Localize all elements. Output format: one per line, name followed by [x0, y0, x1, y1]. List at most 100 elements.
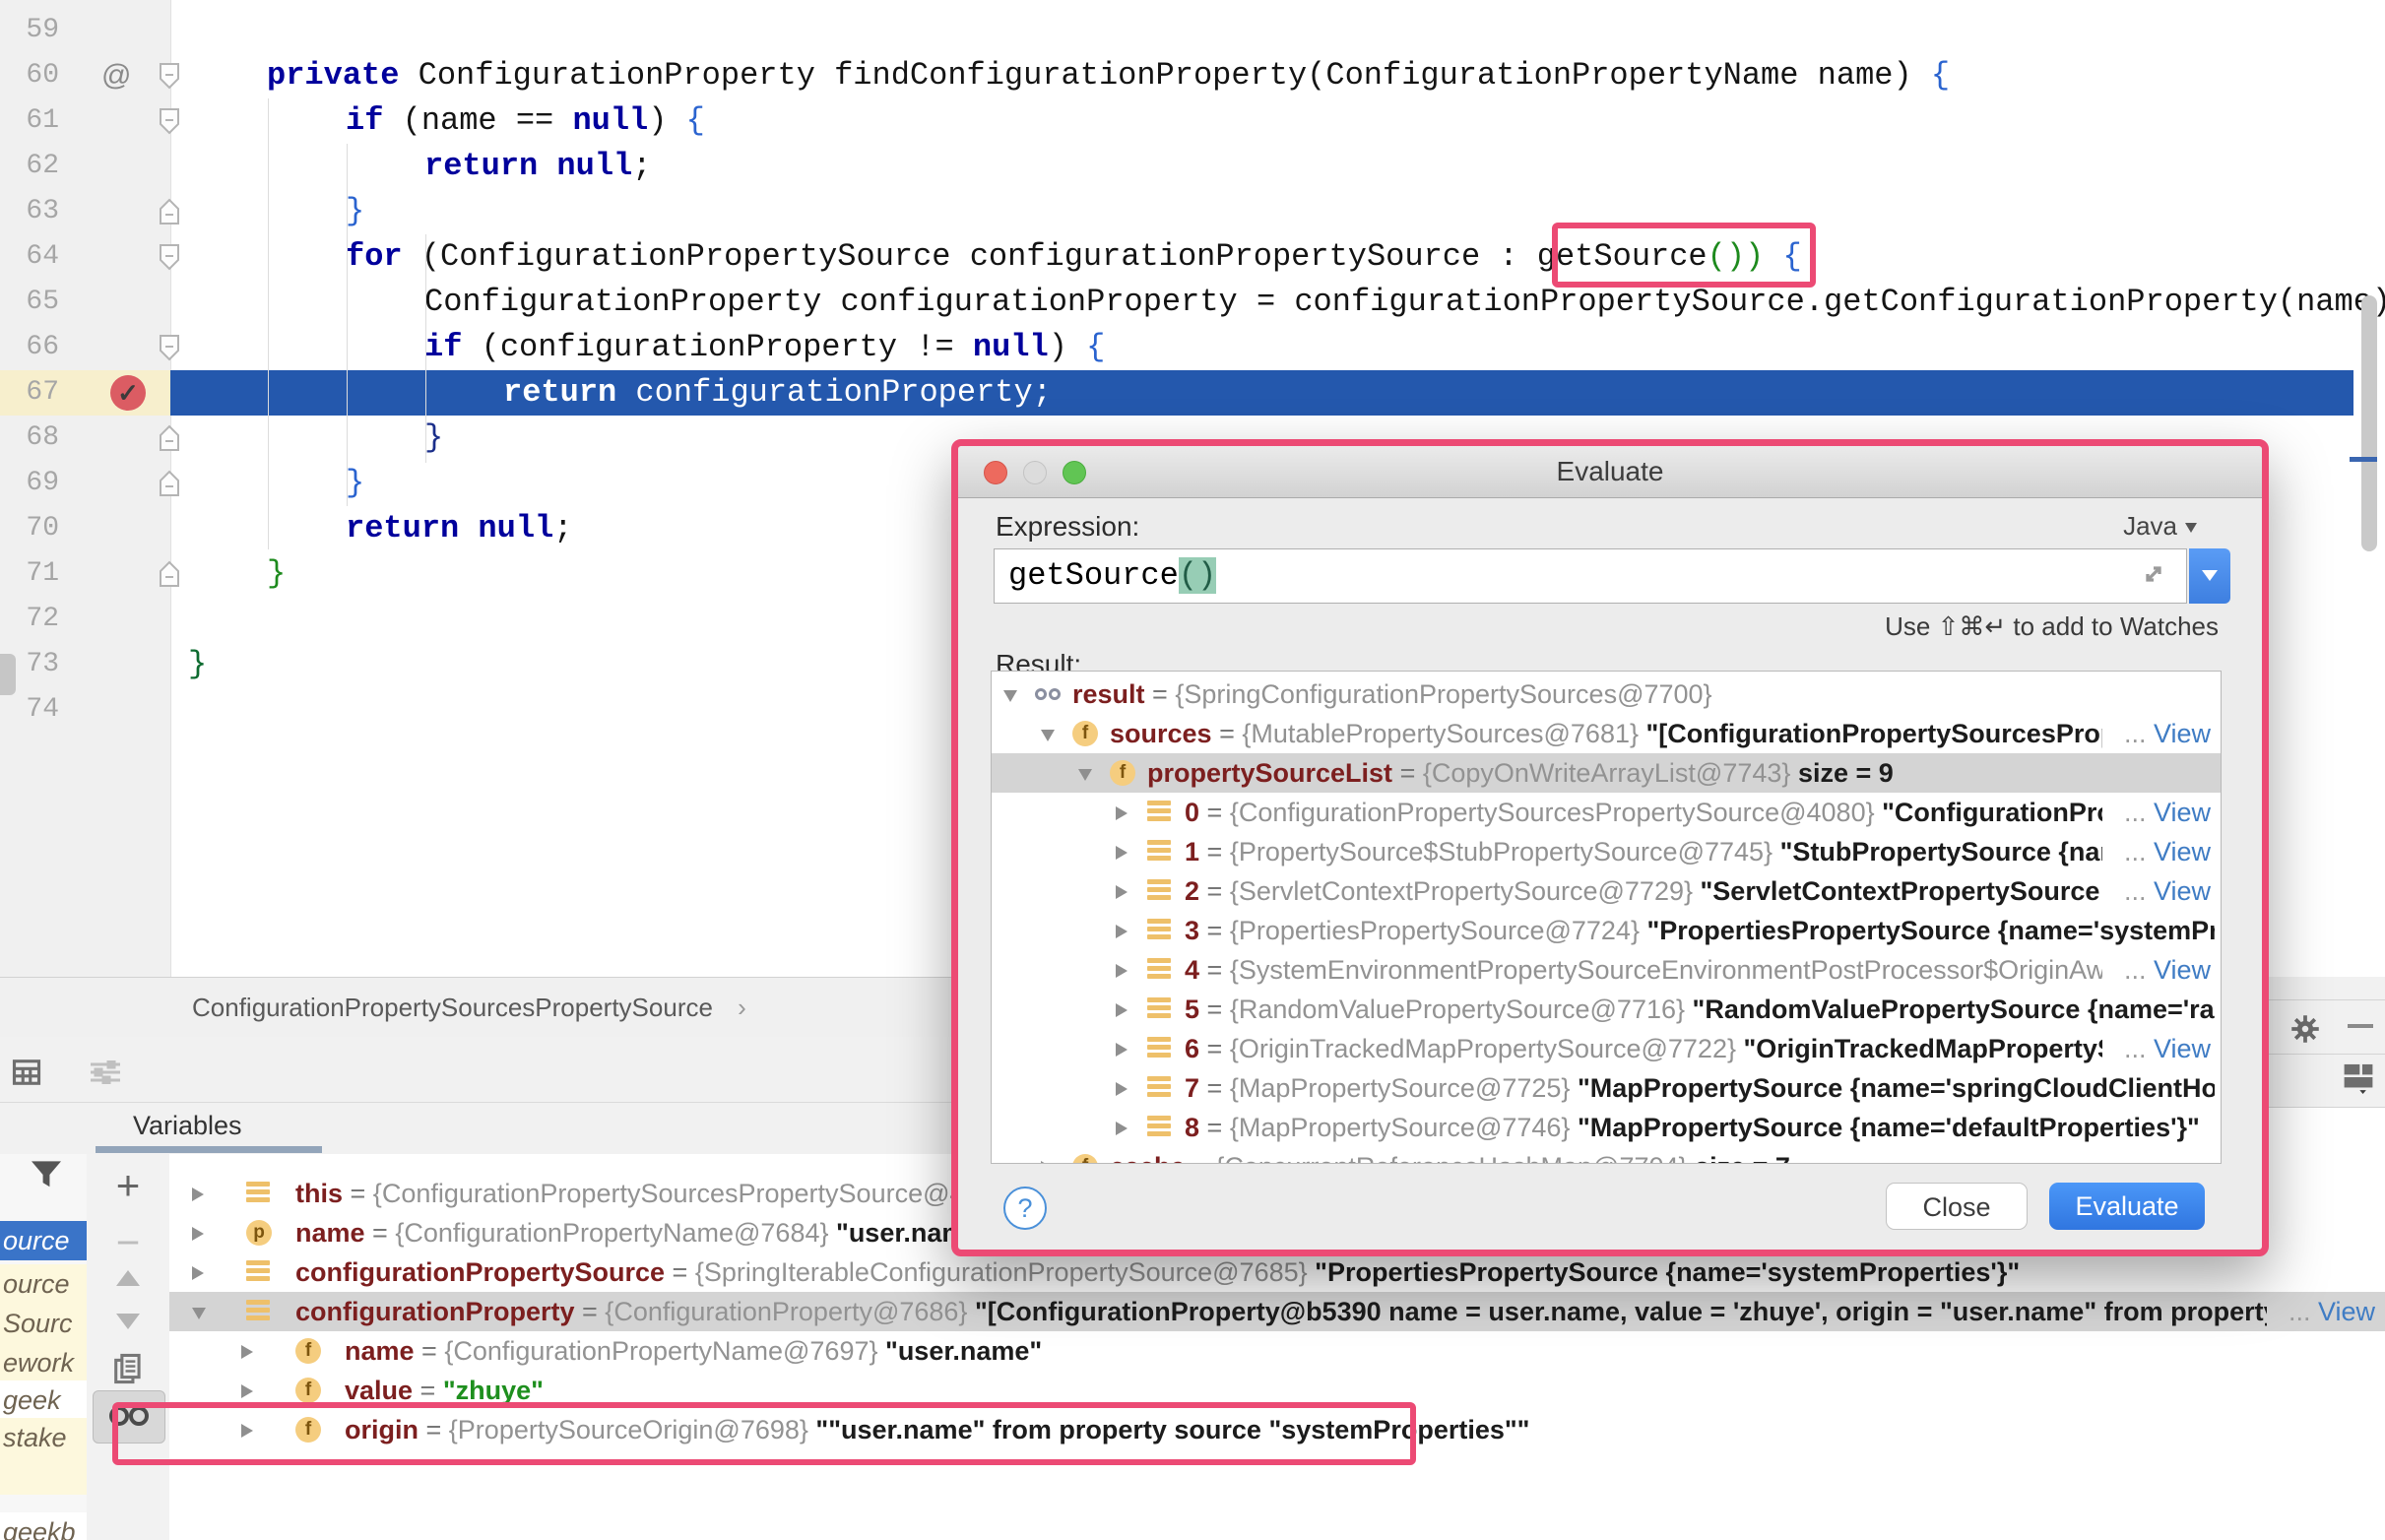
language-selector[interactable]: Java — [2123, 511, 2197, 542]
code-line[interactable]: 63 } — [0, 189, 2385, 234]
variable-row[interactable]: configurationPropertySource = {SpringIte… — [169, 1252, 2385, 1292]
variable-row[interactable]: configurationProperty = {ConfigurationPr… — [169, 1292, 2385, 1331]
code-line[interactable]: 61 if (name == null) { — [0, 98, 2385, 144]
result-tree-row[interactable]: 7 = {MapPropertySource@7725} "MapPropert… — [992, 1068, 2221, 1108]
result-tree[interactable]: result = {SpringConfigurationPropertySou… — [991, 671, 2222, 1164]
chevron-collapsed-icon[interactable] — [1116, 1043, 1128, 1057]
view-link[interactable]: View — [2154, 798, 2211, 827]
value-icon — [1147, 1037, 1171, 1060]
chevron-collapsed-icon[interactable] — [192, 1266, 204, 1280]
view-link[interactable]: View — [2154, 837, 2211, 866]
breakpoint-icon[interactable]: ✓ — [110, 375, 146, 411]
chevron-expanded-icon[interactable] — [192, 1308, 206, 1319]
chevron-collapsed-icon[interactable] — [1116, 925, 1128, 938]
chevron-collapsed-icon[interactable] — [1116, 1122, 1128, 1135]
editor-scrollbar[interactable] — [2361, 295, 2377, 551]
settings-sliders-icon[interactable] — [91, 1060, 120, 1084]
frame-item[interactable]: geek — [0, 1380, 88, 1420]
view-link[interactable]: View — [2154, 719, 2211, 748]
frame-item[interactable] — [0, 1455, 88, 1495]
chevron-expanded-icon[interactable] — [1078, 769, 1092, 781]
chevron-collapsed-icon[interactable] — [192, 1187, 204, 1201]
move-down-button[interactable] — [87, 1312, 169, 1331]
chevron-collapsed-icon[interactable] — [241, 1384, 253, 1398]
value-icon — [1147, 919, 1171, 942]
expression-input[interactable]: getSource() — [994, 548, 2187, 604]
field-icon: f — [1072, 721, 1098, 746]
view-link[interactable]: View — [2154, 1034, 2211, 1063]
value-icon — [1147, 1076, 1171, 1100]
chevron-collapsed-icon[interactable] — [1116, 964, 1128, 978]
current-line-stripe-marker[interactable] — [2350, 457, 2377, 462]
frame-item[interactable]: ource — [0, 1221, 88, 1260]
chevron-collapsed-icon[interactable] — [1116, 885, 1128, 899]
frame-item[interactable]: ework — [0, 1343, 88, 1382]
code-line[interactable]: 67✓return configurationProperty; — [0, 370, 2385, 416]
frame-item[interactable]: geekb — [0, 1512, 88, 1540]
code-line[interactable]: 66 if (configurationProperty != null) { — [0, 325, 2385, 370]
field-icon: f — [1110, 760, 1135, 786]
result-tree-row[interactable]: 3 = {PropertiesPropertySource@7724} "Pro… — [992, 911, 2221, 950]
close-button[interactable]: Close — [1886, 1183, 2028, 1230]
remove-watch-button[interactable]: − — [87, 1219, 169, 1266]
indent-guide — [425, 234, 426, 463]
table-view-icon[interactable] — [12, 1058, 41, 1087]
zoom-traffic-light[interactable] — [1063, 461, 1086, 484]
frames-list[interactable]: ourceourceSourceworkgeekstakegeekb — [0, 1154, 88, 1540]
chevron-collapsed-icon[interactable] — [1041, 1161, 1053, 1164]
result-tree-row[interactable]: result = {SpringConfigurationPropertySou… — [992, 674, 2221, 714]
code-line[interactable]: 62return null; — [0, 144, 2385, 189]
code-line[interactable]: 65ConfigurationProperty configurationPro… — [0, 280, 2385, 325]
value-icon — [1147, 958, 1171, 982]
line-number: 72 — [0, 597, 59, 642]
chevron-collapsed-icon[interactable] — [1116, 1003, 1128, 1017]
chevron-collapsed-icon[interactable] — [1116, 846, 1128, 860]
frame-item[interactable]: Sourc — [0, 1304, 88, 1343]
breadcrumb-class[interactable]: ConfigurationPropertySourcesPropertySour… — [192, 993, 713, 1022]
help-button[interactable]: ? — [1003, 1187, 1047, 1230]
result-tree-row[interactable]: 4 = {SystemEnvironmentPropertySourceEnvi… — [992, 950, 2221, 990]
frame-item[interactable]: ource — [0, 1264, 88, 1304]
view-link[interactable]: View — [2154, 955, 2211, 985]
filter-icon[interactable] — [30, 1160, 63, 1189]
tab-variables[interactable]: Variables — [133, 1103, 242, 1148]
chevron-expanded-icon[interactable] — [1041, 730, 1055, 741]
left-scroll-fragment — [0, 654, 16, 695]
line-number: 71 — [0, 551, 59, 597]
add-watch-button[interactable]: + — [87, 1162, 169, 1209]
result-tree-row[interactable]: 5 = {RandomValuePropertySource@7716} "Ra… — [992, 990, 2221, 1029]
chevron-collapsed-icon[interactable] — [1116, 806, 1128, 820]
view-link[interactable]: View — [2154, 876, 2211, 906]
copy-icon[interactable] — [87, 1353, 169, 1384]
chevron-collapsed-icon[interactable] — [192, 1227, 204, 1241]
chevron-collapsed-icon[interactable] — [241, 1345, 253, 1359]
code-line[interactable]: 64 for (ConfigurationPropertySource conf… — [0, 234, 2385, 280]
code-line[interactable]: 60@ private ConfigurationProperty findCo… — [0, 53, 2385, 98]
view-link[interactable]: View — [2318, 1297, 2375, 1326]
hide-icon[interactable] — [2348, 1024, 2373, 1028]
chevron-expanded-icon[interactable] — [1003, 690, 1017, 702]
expression-label: Expression: — [996, 511, 1139, 543]
gear-icon[interactable] — [2290, 1014, 2320, 1044]
variable-row[interactable]: fname = {ConfigurationPropertyName@7697}… — [169, 1331, 2385, 1371]
result-tree-row[interactable]: 8 = {MapPropertySource@7746} "MapPropert… — [992, 1108, 2221, 1147]
result-tree-row[interactable]: fpropertySourceList = {CopyOnWriteArrayL… — [992, 753, 2221, 793]
result-tree-row[interactable]: 1 = {PropertySource$StubPropertySource@7… — [992, 832, 2221, 871]
result-tree-row[interactable]: 2 = {ServletContextPropertySource@7729} … — [992, 871, 2221, 911]
move-up-button[interactable] — [87, 1268, 169, 1288]
code-line[interactable]: 59 — [0, 8, 2385, 53]
close-traffic-light[interactable] — [984, 461, 1007, 484]
chevron-collapsed-icon[interactable] — [1116, 1082, 1128, 1096]
result-tree-row[interactable]: 0 = {ConfigurationPropertySourcesPropert… — [992, 793, 2221, 832]
evaluate-button[interactable]: Evaluate — [2049, 1183, 2205, 1230]
frame-item[interactable]: stake — [0, 1418, 88, 1457]
result-tree-row[interactable]: fsources = {MutablePropertySources@7681}… — [992, 714, 2221, 753]
layout-settings-icon[interactable] — [2342, 1060, 2375, 1094]
line-number: 64 — [0, 234, 59, 280]
expand-editor-icon[interactable] — [2136, 556, 2171, 592]
result-tree-row[interactable]: fcache = {ConcurrentReferenceHashMap@770… — [992, 1147, 2221, 1164]
dialog-titlebar[interactable]: Evaluate — [958, 446, 2262, 498]
expression-history-dropdown[interactable] — [2189, 548, 2230, 604]
minimize-traffic-light[interactable] — [1023, 461, 1047, 484]
result-tree-row[interactable]: 6 = {OriginTrackedMapPropertySource@7722… — [992, 1029, 2221, 1068]
